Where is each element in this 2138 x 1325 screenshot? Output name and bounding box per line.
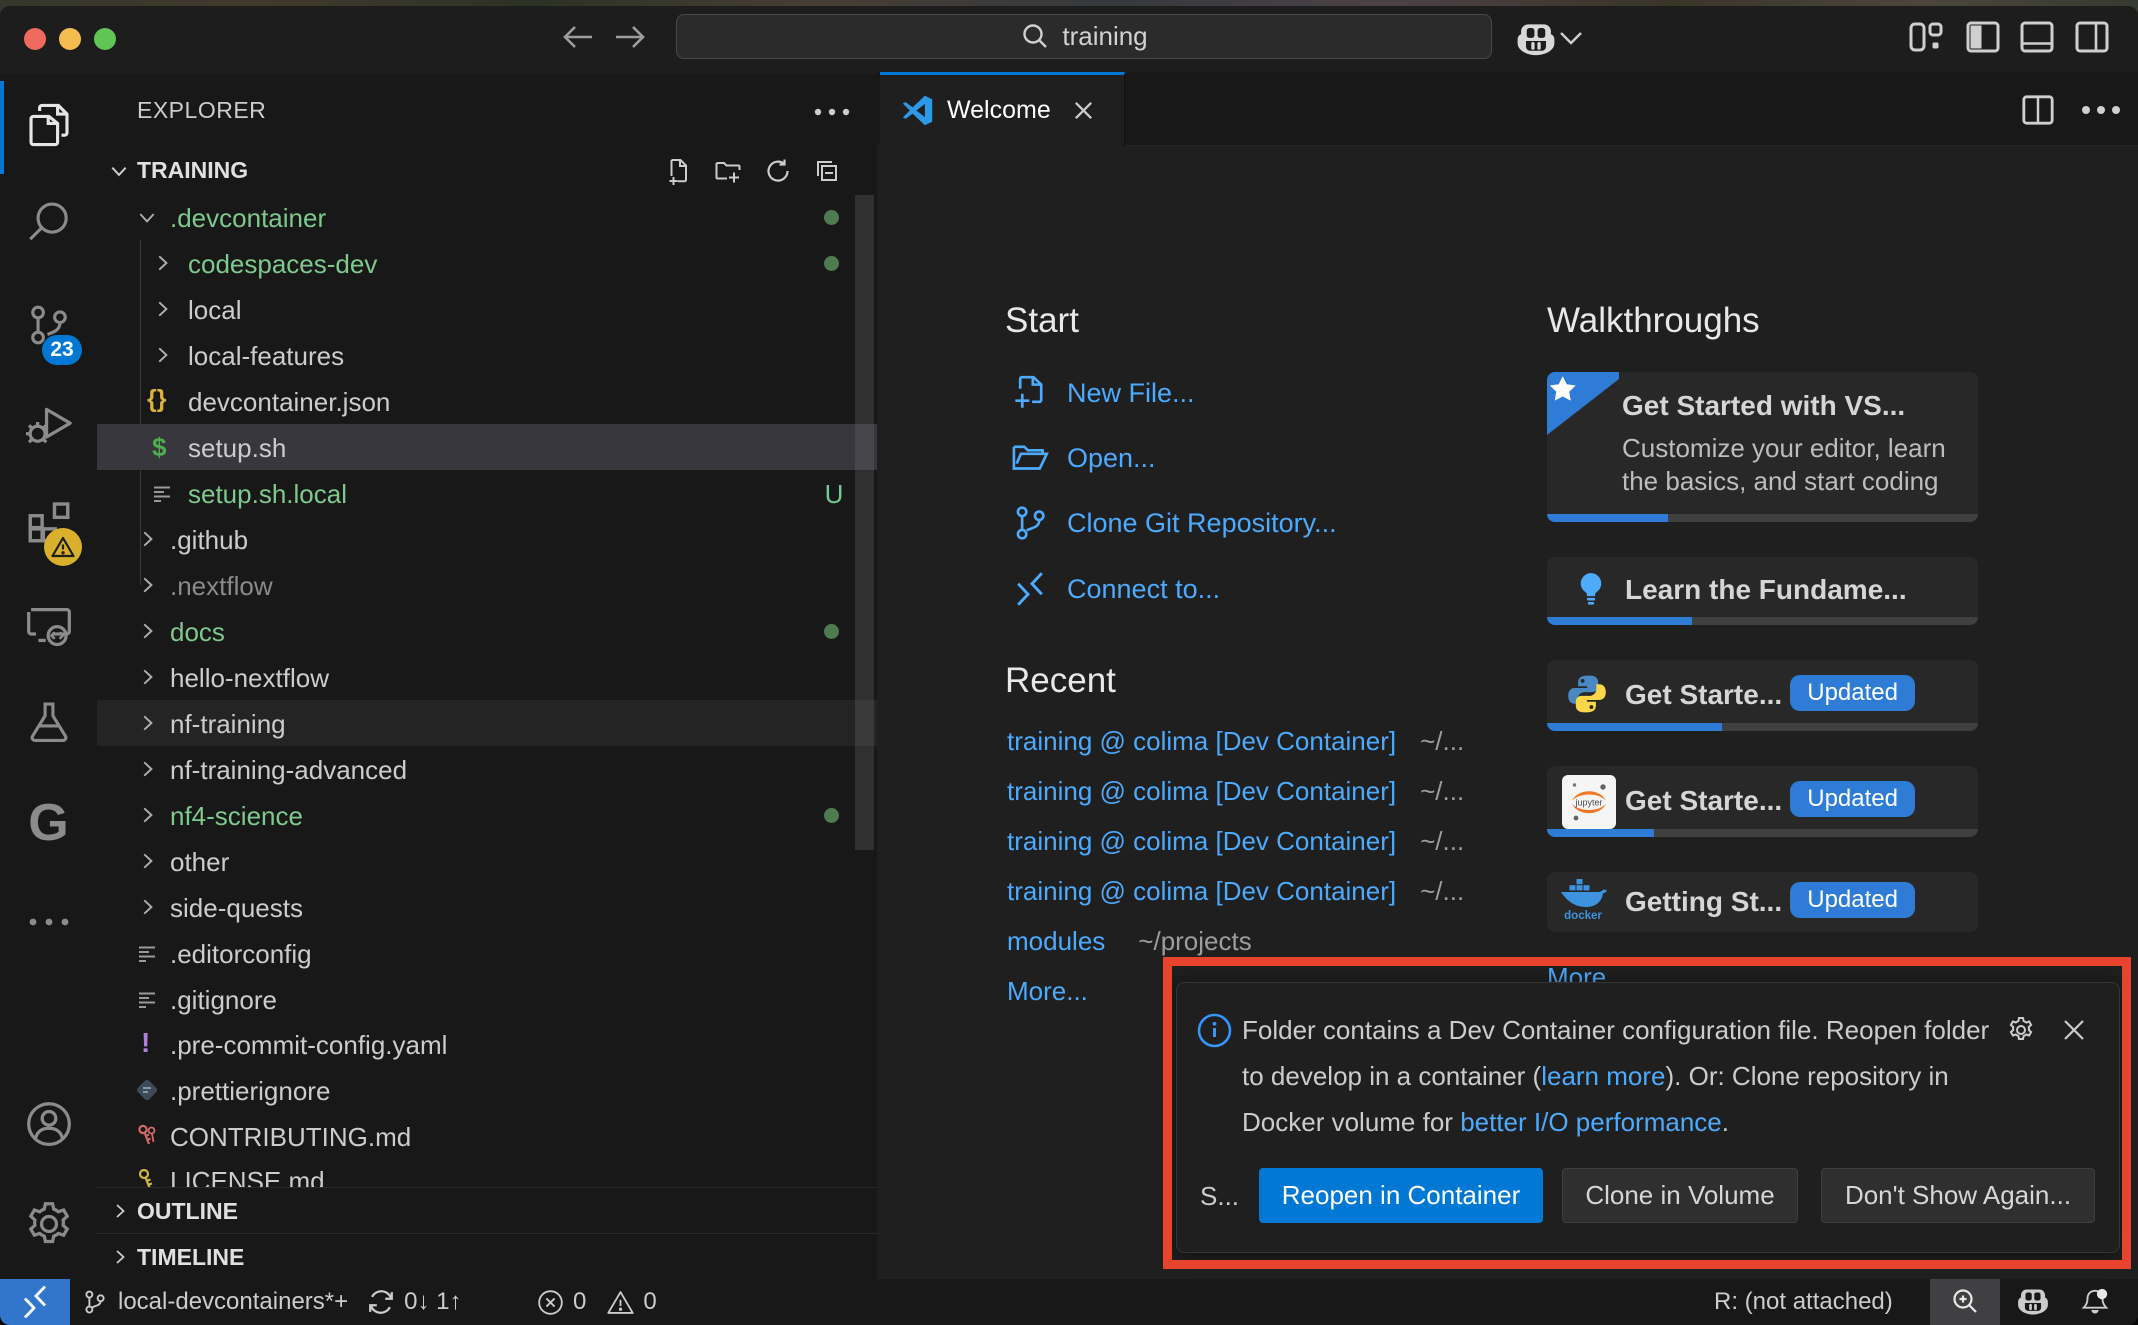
svg-text:jupyter: jupyter — [1574, 798, 1602, 808]
svg-text:docker: docker — [1564, 910, 1602, 922]
